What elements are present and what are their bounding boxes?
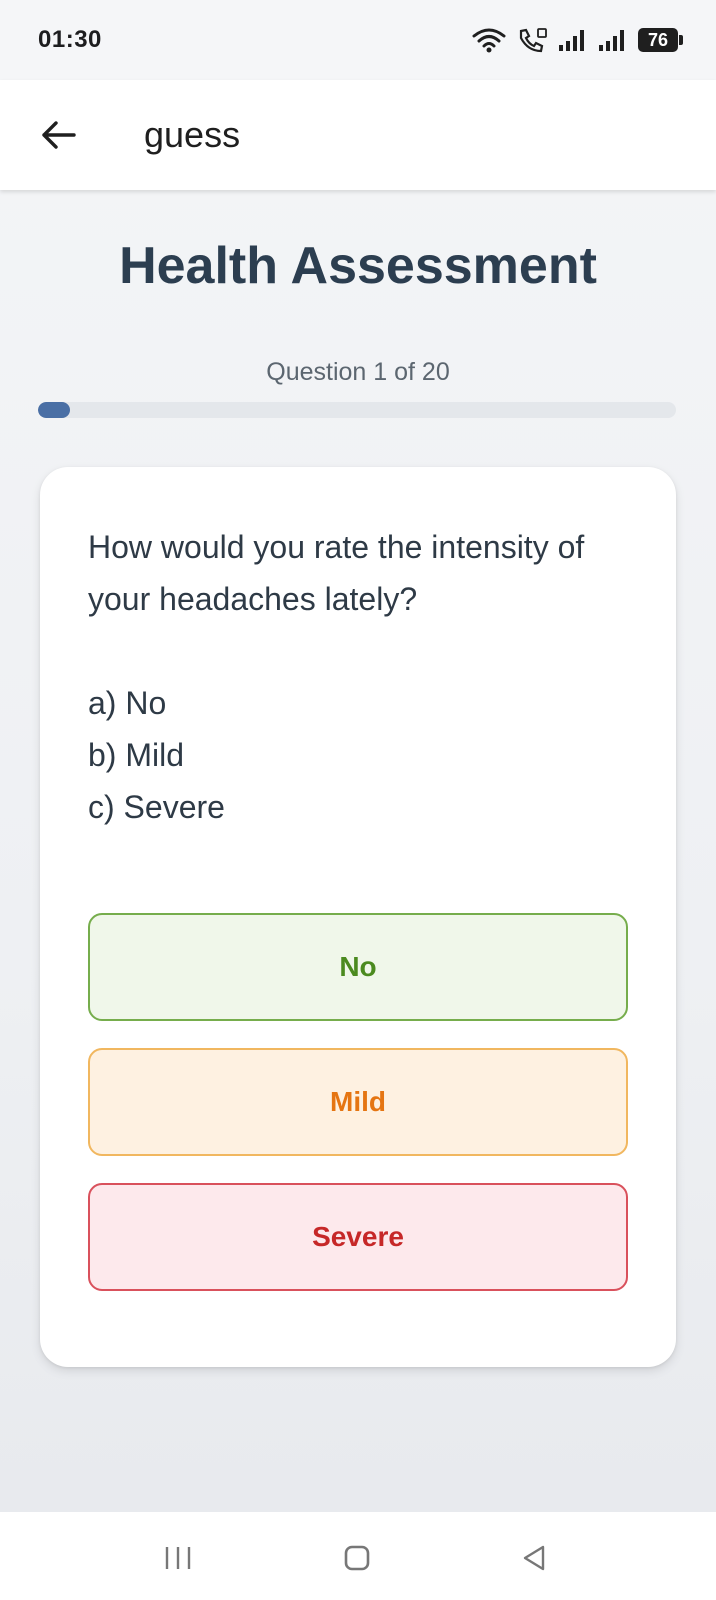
recents-icon	[165, 1547, 191, 1569]
status-bar: 01:30 76	[0, 0, 716, 80]
choice-item: a) No	[88, 685, 167, 721]
status-time: 01:30	[38, 26, 102, 53]
system-back-button[interactable]	[510, 1534, 558, 1582]
system-nav-bar	[0, 1512, 716, 1600]
answer-no-button[interactable]: No	[88, 913, 628, 1021]
choices-list: a) No b) Mild c) Severe	[88, 677, 225, 833]
back-button[interactable]	[34, 111, 82, 159]
choice-item: c) Severe	[88, 789, 225, 825]
app-bar: guess	[0, 80, 716, 190]
page-title: Health Assessment	[119, 237, 597, 295]
choice-item: b) Mild	[88, 737, 185, 773]
question-text: How would you rate the intensity of your…	[88, 529, 585, 617]
screen: 01:30 76 guess Health Assessment Questio…	[0, 0, 716, 1600]
home-button[interactable]	[333, 1534, 381, 1582]
recents-button[interactable]	[154, 1534, 202, 1582]
signal-icon	[559, 30, 584, 51]
back-triangle-icon	[523, 1545, 545, 1571]
progress-fill	[38, 402, 70, 418]
question-card: How would you rate the intensity of your…	[40, 467, 676, 1367]
call-icon	[519, 28, 547, 53]
signal-icon	[599, 30, 624, 51]
progress-text: Question 1 of 20	[266, 358, 450, 386]
progress-bar	[38, 402, 676, 418]
home-icon	[344, 1545, 370, 1571]
answer-mild-button[interactable]: Mild	[88, 1048, 628, 1156]
wifi-icon	[472, 28, 506, 53]
status-icons: 76	[472, 27, 683, 53]
arrow-left-icon	[42, 121, 76, 149]
battery-icon: 76	[638, 28, 683, 52]
app-title: guess	[144, 114, 241, 155]
answer-severe-button[interactable]: Severe	[88, 1183, 628, 1291]
